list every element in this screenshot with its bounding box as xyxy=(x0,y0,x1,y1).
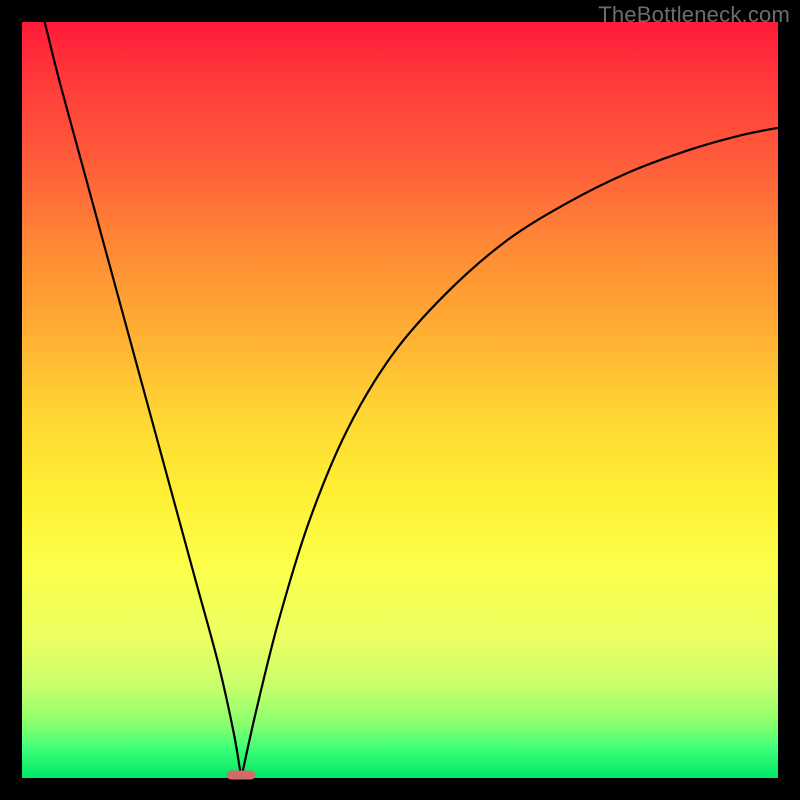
left-branch-curve xyxy=(45,22,242,778)
chart-stage: TheBottleneck.com xyxy=(0,0,800,800)
curve-layer xyxy=(22,22,778,778)
plot-area xyxy=(22,22,778,778)
right-branch-curve xyxy=(241,128,778,778)
bottleneck-marker xyxy=(227,771,255,780)
